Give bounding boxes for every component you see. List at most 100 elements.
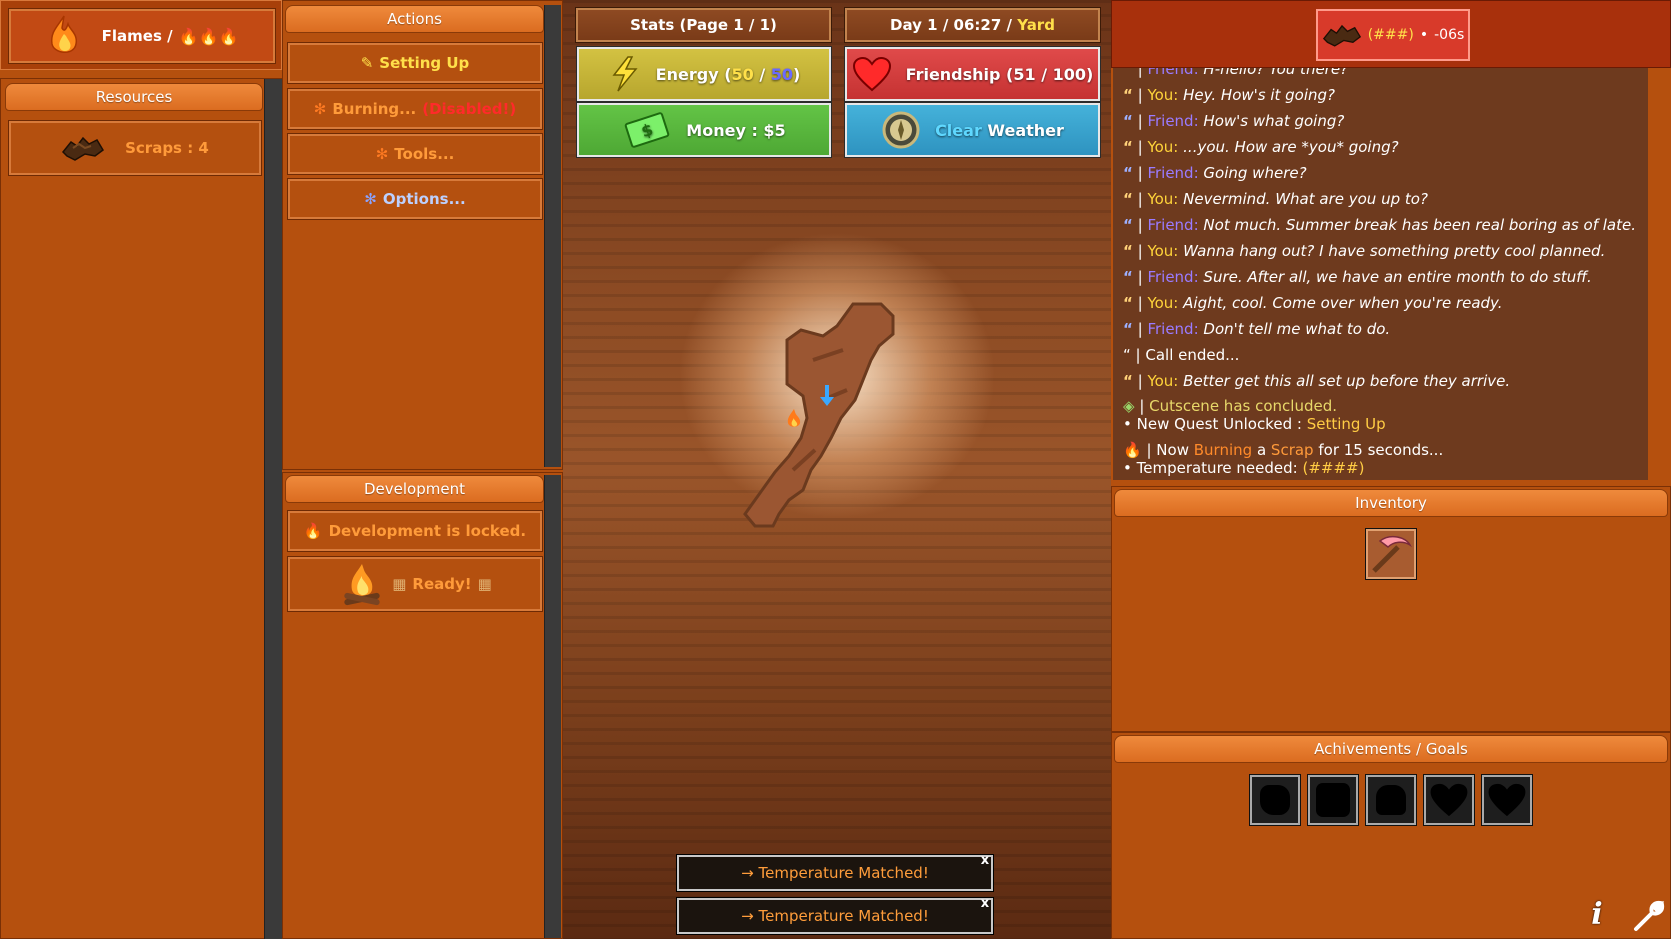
log-line: “ | You: Wanna hang out? I have somethin… (1123, 242, 1606, 260)
burning-button[interactable]: ✻ Burning... (Disabled!) (287, 88, 543, 130)
burn-timer-box[interactable]: (###) • -06s (1316, 9, 1470, 61)
quote-icon: “ (1123, 268, 1133, 286)
inventory-header: Inventory (1114, 489, 1668, 517)
info-button[interactable]: i (1582, 897, 1612, 933)
flame-icon (50, 15, 77, 53)
inventory-slot-pickaxe[interactable] (1365, 528, 1417, 580)
ready-label: Ready! (412, 575, 472, 593)
actions-scrollbar[interactable] (544, 5, 561, 467)
log-line: “ | Friend: Not much. Summer break has b… (1123, 216, 1636, 234)
energy-tile[interactable]: Energy (50 / 50) (576, 46, 832, 102)
locked-achievement-icon (1260, 785, 1290, 815)
close-icon[interactable]: x (977, 853, 993, 869)
star-icon: ✻ (375, 145, 389, 163)
log-line: “ | Friend: Sure. After all, we have an … (1123, 268, 1592, 286)
setting-up-button[interactable]: ✎ Setting Up (287, 42, 543, 84)
flames-label: Flames / (101, 27, 173, 45)
log-line: “ | Friend: H-hello? You there? (1123, 68, 1348, 78)
star-icon: ✻ (313, 100, 327, 118)
achievements-panel: Achivements / Goals i (1111, 732, 1671, 939)
achievements-header: Achivements / Goals (1114, 735, 1668, 763)
development-locked-label: Development is locked. (328, 522, 527, 540)
weather-tile[interactable]: Clear Weather (844, 102, 1101, 158)
scrap-icon (1322, 24, 1361, 47)
campfire-icon (344, 564, 380, 606)
achievement-slot-3[interactable] (1365, 774, 1417, 826)
pencil-icon: ✎ (360, 54, 374, 72)
achievement-slot-2[interactable] (1307, 774, 1359, 826)
quote-icon: “ (1123, 320, 1133, 338)
energy-label: Energy (50 / 50) (655, 64, 801, 84)
quote-icon: “ (1123, 242, 1133, 260)
close-icon[interactable]: x (977, 896, 993, 912)
log-line-cutscene: ◈ | Cutscene has concluded. (1123, 397, 1337, 415)
money-tile[interactable]: $ Money : $5 (576, 102, 832, 158)
game-area[interactable]: Stats (Page 1 / 1) Day 1 / 06:27 / Yard … (563, 0, 1111, 939)
location-label: Yard (1017, 16, 1055, 34)
locked-achievement-icon (1316, 783, 1350, 817)
achievement-slot-5[interactable] (1481, 774, 1533, 826)
log-line: “ | You: ...you. How are *you* going? (1123, 138, 1399, 156)
day-time-label: Day 1 / 06:27 / (890, 16, 1012, 34)
actions-panel: Actions ✎ Setting Up ✻ Burning... (Disab… (282, 0, 563, 470)
quote-icon: “ (1123, 294, 1133, 312)
tools-button[interactable]: ✻ Tools... (287, 133, 543, 175)
heart-icon (852, 56, 891, 92)
options-label: Options... (382, 190, 466, 208)
arrow-down-icon (820, 385, 834, 406)
locked-heart-icon (1430, 783, 1468, 817)
locked-heart-icon (1488, 783, 1526, 817)
achievement-slot-4[interactable] (1423, 774, 1475, 826)
actions-header: Actions (285, 5, 544, 33)
temperature-toast-1[interactable]: → Temperature Matched! x (676, 853, 994, 892)
locked-achievement-icon (1376, 785, 1406, 815)
achievement-slot-1[interactable] (1249, 774, 1301, 826)
checker-icon: ▦ (477, 575, 492, 593)
quote-icon: “ (1123, 216, 1133, 234)
quote-icon: “ (1123, 346, 1131, 364)
development-header: Development (285, 475, 544, 503)
campfire-ready-button[interactable]: ▦ Ready! ▦ (287, 556, 543, 612)
options-button[interactable]: ✻ Options... (287, 178, 543, 220)
log-line: “ | Call ended... (1123, 346, 1240, 364)
log-line: “ | Friend: How's what going? (1123, 112, 1345, 130)
quote-icon: “ (1123, 164, 1133, 182)
stats-page-button[interactable]: Stats (Page 1 / 1) (575, 7, 832, 43)
money-label: Money : $5 (686, 120, 786, 140)
log-line: “ | You: Hey. How's it going? (1123, 86, 1336, 104)
development-panel: Development 🔥 Development is locked. ▦ R… (282, 472, 563, 939)
timer-sep: • (1419, 27, 1429, 43)
log-line-temperature: • Temperature needed: (####) (1123, 459, 1365, 477)
checker-icon: ▦ (392, 575, 407, 593)
scrap-wood-sprite[interactable] (743, 300, 943, 540)
resources-scrollbar[interactable] (264, 79, 282, 939)
toast-label: → Temperature Matched! (741, 864, 929, 882)
resource-item-scraps[interactable]: Scraps : 4 (8, 120, 262, 176)
pickaxe-icon (1372, 535, 1412, 573)
day-time-button[interactable]: Day 1 / 06:27 / Yard (844, 7, 1101, 43)
scrap-icon (62, 136, 105, 161)
quote-icon: “ (1123, 190, 1133, 208)
resources-header: Resources (5, 83, 263, 111)
friendship-label: Friendship (51 / 100) (905, 64, 1094, 84)
quote-icon: “ (1123, 68, 1133, 78)
log-line-burn: 🔥 | Now Burning a Scrap for 15 seconds..… (1123, 441, 1444, 459)
flame-marker-icon (787, 409, 801, 427)
star-icon: ✻ (364, 190, 377, 208)
flame-icon: 🔥 (303, 522, 323, 540)
temperature-toast-2[interactable]: → Temperature Matched! x (676, 896, 994, 935)
flame-icon: 🔥 (1123, 441, 1142, 459)
wrench-icon[interactable] (1630, 899, 1666, 935)
log-line: “ | You: Nevermind. What are you up to? (1123, 190, 1428, 208)
development-locked-button[interactable]: 🔥 Development is locked. (287, 510, 543, 552)
resource-item-label: Scraps : 4 (125, 139, 209, 157)
log-line: “ | You: Aight, cool. Come over when you… (1123, 294, 1503, 312)
message-log[interactable]: “ | Friend: H-hello? You there? “ | You: … (1113, 68, 1648, 480)
timer-temp-label: (###) (1367, 27, 1414, 43)
tools-label: Tools... (394, 145, 455, 163)
log-line: “ | Friend: Going where? (1123, 164, 1307, 182)
development-scrollbar[interactable] (544, 475, 561, 938)
flames-button[interactable]: Flames / 🔥🔥🔥 (8, 8, 276, 64)
friendship-tile[interactable]: Friendship (51 / 100) (844, 46, 1101, 102)
quote-icon: “ (1123, 86, 1133, 104)
